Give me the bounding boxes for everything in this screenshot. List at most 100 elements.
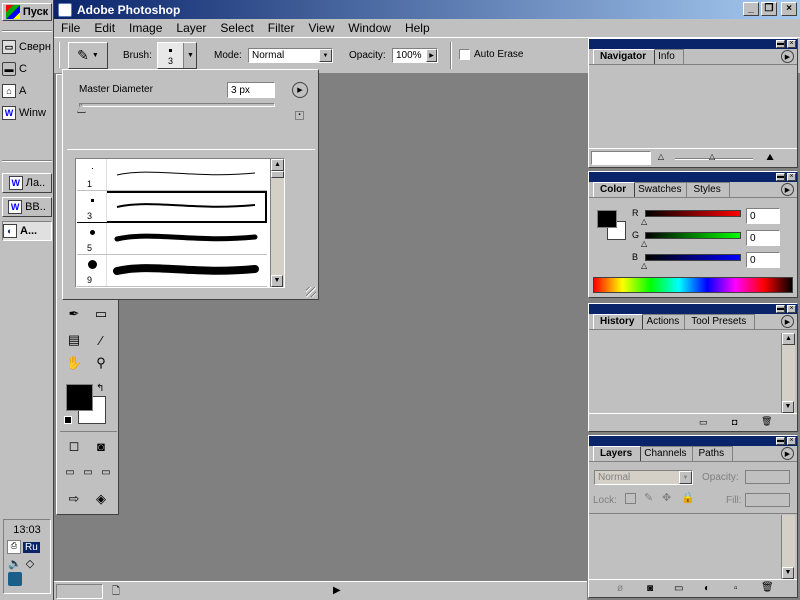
clock[interactable]: 13:03 xyxy=(4,524,50,536)
notes-tool-icon[interactable]: ▤ xyxy=(63,329,85,351)
channel-value-input[interactable]: 0 xyxy=(746,208,780,224)
scroll-down-icon[interactable]: ▼ xyxy=(271,275,283,287)
scroll-up-icon[interactable]: ▲ xyxy=(782,333,795,345)
channel-slider-track[interactable] xyxy=(645,232,741,239)
new-layer-icon[interactable]: ▫ xyxy=(734,583,738,594)
tab-navigator[interactable]: Navigator xyxy=(593,49,656,64)
tool-preset-picker[interactable]: ✎ ▼ xyxy=(68,42,108,69)
task-button[interactable]: W Ла.. xyxy=(2,173,52,193)
layer-opacity-input[interactable] xyxy=(745,470,790,484)
palette-close-icon[interactable]: × xyxy=(787,40,796,48)
quicklaunch-item[interactable]: ▭ Сверн xyxy=(2,37,52,57)
quickmask-mode-icon[interactable]: ◙ xyxy=(90,435,112,457)
zoom-tool-icon[interactable]: ⚲ xyxy=(90,352,112,374)
trash-icon[interactable]: 🗑 xyxy=(761,582,774,593)
tab-info[interactable]: Info xyxy=(651,49,684,64)
eyedropper-tool-icon[interactable]: ⁄ xyxy=(90,329,112,351)
eraser-tray-icon[interactable]: ◇ xyxy=(26,557,34,570)
menu-select[interactable]: Select xyxy=(213,21,260,35)
tab-swatches[interactable]: Swatches xyxy=(631,182,691,197)
options-grip[interactable] xyxy=(58,42,64,68)
imageready-icon[interactable]: ◈ xyxy=(90,488,112,510)
palette-menu-icon[interactable]: ▶ xyxy=(781,447,794,460)
brush-list-scrollbar[interactable]: ▲ ▼ xyxy=(270,159,284,287)
volume-icon[interactable]: 🔈 xyxy=(8,557,22,570)
document-info-icon[interactable]: 🗋 xyxy=(112,584,120,600)
menu-file[interactable]: File xyxy=(54,21,87,35)
channel-slider-thumb[interactable]: △ xyxy=(641,218,647,226)
quicklaunch-item[interactable]: W Winw xyxy=(2,103,52,123)
standard-mode-icon[interactable]: ◻ xyxy=(63,435,85,457)
menu-help[interactable]: Help xyxy=(398,21,437,35)
default-colors-icon[interactable] xyxy=(64,416,72,424)
fill-input[interactable] xyxy=(745,493,790,507)
lock-image-icon[interactable]: ✎ xyxy=(644,491,653,504)
resize-grip[interactable] xyxy=(306,287,316,297)
palette-minimize-icon[interactable]: ▬ xyxy=(776,173,785,181)
layer-mask-icon[interactable]: ◙ xyxy=(647,583,653,594)
jump-to-imageready-icon[interactable]: ⇨ xyxy=(63,488,85,510)
master-diameter-input[interactable]: 3 px xyxy=(227,82,275,98)
zoom-in-icon[interactable]: ⛰ xyxy=(761,152,779,164)
channel-slider-thumb[interactable]: △ xyxy=(641,240,647,248)
tab-styles[interactable]: Styles xyxy=(686,182,730,197)
palette-minimize-icon[interactable]: ▬ xyxy=(776,305,785,313)
start-button[interactable]: Пуск xyxy=(2,3,52,21)
network-tray-icon[interactable] xyxy=(8,572,22,586)
tab-channels[interactable]: Channels xyxy=(637,446,696,461)
color-ramp[interactable] xyxy=(593,277,793,293)
chevron-right-icon[interactable]: ▶ xyxy=(426,49,437,62)
brush-menu-button[interactable]: ▶ xyxy=(292,82,308,98)
menu-filter[interactable]: Filter xyxy=(261,21,302,35)
palette-close-icon[interactable]: × xyxy=(787,305,796,313)
channel-slider-track[interactable] xyxy=(645,254,741,261)
minimize-button[interactable]: _ xyxy=(743,2,759,16)
master-diameter-slider[interactable] xyxy=(79,103,275,107)
channel-value-input[interactable]: 0 xyxy=(746,230,780,246)
rectangle-tool-icon[interactable]: ▭ xyxy=(90,303,112,325)
new-preset-icon[interactable]: ▪ xyxy=(295,111,304,120)
task-button-active[interactable]: ◐ А... xyxy=(2,221,52,241)
quicklaunch-item[interactable]: ▬ С xyxy=(2,59,52,79)
brush-picker[interactable]: 3 ▼ xyxy=(157,42,197,69)
palette-close-icon[interactable]: × xyxy=(787,173,796,181)
tab-actions[interactable]: Actions xyxy=(639,314,689,329)
tab-color[interactable]: Color xyxy=(593,182,636,197)
palette-menu-icon[interactable]: ▶ xyxy=(781,183,794,196)
zoom-slider-thumb[interactable]: △ xyxy=(709,152,715,161)
channel-value-input[interactable]: 0 xyxy=(746,252,780,268)
task-button[interactable]: W ВВ.. xyxy=(2,197,52,217)
palette-menu-icon[interactable]: ▶ xyxy=(781,315,794,328)
menu-layer[interactable]: Layer xyxy=(169,21,213,35)
opacity-input[interactable]: 100% ▶ xyxy=(392,48,438,63)
brush-preset-item[interactable]: 9 xyxy=(77,255,267,287)
swap-colors-icon[interactable]: ↰ xyxy=(96,383,104,394)
menu-view[interactable]: View xyxy=(301,21,341,35)
brush-preset-item[interactable]: 1 xyxy=(77,159,267,191)
palette-minimize-icon[interactable]: ▬ xyxy=(776,40,785,48)
zoom-field[interactable] xyxy=(591,151,651,165)
screen-mode-full-icon[interactable]: ▭ xyxy=(95,461,117,483)
lock-transparency-icon[interactable] xyxy=(625,493,636,504)
zoom-status-field[interactable] xyxy=(56,584,103,599)
menu-image[interactable]: Image xyxy=(122,21,169,35)
scroll-down-icon[interactable]: ▼ xyxy=(782,401,794,413)
new-document-from-state-icon[interactable]: ▭ xyxy=(699,417,708,428)
layers-scrollbar[interactable]: ▼ xyxy=(781,515,795,579)
scroll-up-icon[interactable]: ▲ xyxy=(271,159,284,171)
auto-erase-checkbox[interactable] xyxy=(459,49,470,60)
zoom-out-icon[interactable]: △ xyxy=(653,152,669,164)
foreground-color-swatch[interactable] xyxy=(597,210,617,228)
pen-tool-icon[interactable]: ✒ xyxy=(63,303,85,325)
tab-paths[interactable]: Paths xyxy=(691,446,734,461)
photoshop-app-icon[interactable] xyxy=(58,2,72,17)
scroll-down-icon[interactable]: ▼ xyxy=(782,567,794,579)
trash-icon[interactable]: 🗑 xyxy=(761,416,772,427)
brush-preset-item-selected[interactable]: 3 xyxy=(77,191,267,223)
tab-layers[interactable]: Layers xyxy=(593,446,642,461)
new-snapshot-icon[interactable]: ◘ xyxy=(732,417,737,427)
close-button[interactable]: × xyxy=(781,2,797,16)
palette-menu-icon[interactable]: ▶ xyxy=(781,50,794,63)
menu-window[interactable]: Window xyxy=(341,21,398,35)
history-scrollbar[interactable]: ▲ ▼ xyxy=(781,333,795,413)
